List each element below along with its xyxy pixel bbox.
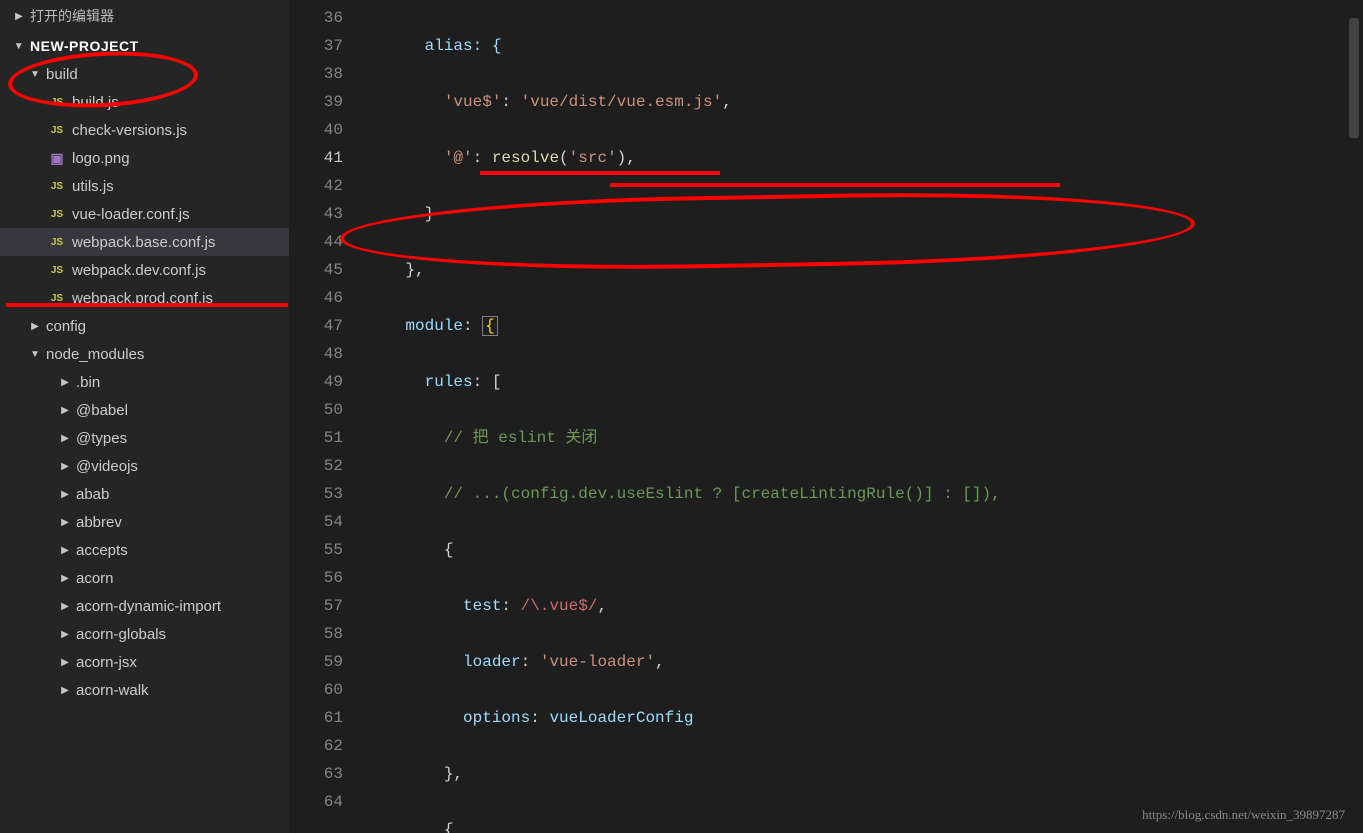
line-number: 63 (289, 760, 343, 788)
folder-videojs[interactable]: ▶@videojs (0, 452, 289, 480)
line-number: 48 (289, 340, 343, 368)
line-number: 39 (289, 88, 343, 116)
file-logo-png[interactable]: ▣logo.png (0, 144, 289, 172)
chevron-right-icon: ▶ (58, 377, 72, 388)
chevron-right-icon: ▶ (28, 321, 42, 332)
file-webpack-base-conf[interactable]: JSwebpack.base.conf.js (0, 228, 289, 256)
chevron-right-icon: ▶ (58, 433, 72, 444)
chevron-right-icon: ▶ (58, 517, 72, 528)
line-number: 40 (289, 116, 343, 144)
line-number: 55 (289, 536, 343, 564)
chevron-down-icon: ▼ (28, 69, 42, 80)
line-number: 58 (289, 620, 343, 648)
chevron-right-icon: ▶ (58, 657, 72, 668)
line-number: 42 (289, 172, 343, 200)
js-file-icon: JS (48, 93, 66, 111)
folder-acorn[interactable]: ▶acorn (0, 564, 289, 592)
folder-config[interactable]: ▶config (0, 312, 289, 340)
chevron-right-icon: ▶ (58, 461, 72, 472)
image-file-icon: ▣ (48, 149, 66, 167)
line-number: 46 (289, 284, 343, 312)
chevron-right-icon: ▶ (58, 545, 72, 556)
editor-scrollbar-thumb[interactable] (1349, 18, 1359, 138)
file-webpack-prod-conf[interactable]: JSwebpack.prod.conf.js (0, 284, 289, 312)
chevron-right-icon: ▶ (58, 405, 72, 416)
chevron-right-icon: ▶ (12, 11, 26, 22)
project-root[interactable]: ▼ NEW-PROJECT (0, 32, 289, 60)
js-file-icon: JS (48, 289, 66, 307)
line-number: 44 (289, 228, 343, 256)
chevron-right-icon: ▶ (58, 629, 72, 640)
line-number: 49 (289, 368, 343, 396)
js-file-icon: JS (48, 261, 66, 279)
chevron-right-icon: ▶ (58, 685, 72, 696)
file-build-js[interactable]: JSbuild.js (0, 88, 289, 116)
folder-acorn-globals[interactable]: ▶acorn-globals (0, 620, 289, 648)
js-file-icon: JS (48, 177, 66, 195)
file-webpack-dev-conf[interactable]: JSwebpack.dev.conf.js (0, 256, 289, 284)
folder-node-modules[interactable]: ▼node_modules (0, 340, 289, 368)
chevron-down-icon: ▼ (12, 41, 26, 52)
line-number-gutter: 3637383940414243444546474849505152535455… (289, 0, 367, 833)
chevron-right-icon: ▶ (58, 601, 72, 612)
file-vue-loader-conf[interactable]: JSvue-loader.conf.js (0, 200, 289, 228)
chevron-down-icon: ▼ (28, 349, 42, 360)
js-file-icon: JS (48, 233, 66, 251)
code-editor[interactable]: 3637383940414243444546474849505152535455… (289, 0, 1363, 833)
js-file-icon: JS (48, 205, 66, 223)
folder-acorn-dynamic-import[interactable]: ▶acorn-dynamic-import (0, 592, 289, 620)
file-explorer-sidebar: ▶ 打开的编辑器 ▼ NEW-PROJECT ▼ build JSbuild.j… (0, 0, 289, 833)
folder-acorn-walk[interactable]: ▶acorn-walk (0, 676, 289, 704)
file-utils-js[interactable]: JSutils.js (0, 172, 289, 200)
line-number: 50 (289, 396, 343, 424)
open-editors-section[interactable]: ▶ 打开的编辑器 (0, 0, 289, 32)
line-number: 45 (289, 256, 343, 284)
code-content[interactable]: alias: { 'vue$': 'vue/dist/vue.esm.js', … (367, 0, 1363, 833)
folder-babel[interactable]: ▶@babel (0, 396, 289, 424)
line-number: 59 (289, 648, 343, 676)
line-number: 60 (289, 676, 343, 704)
folder-bin[interactable]: ▶.bin (0, 368, 289, 396)
chevron-right-icon: ▶ (58, 573, 72, 584)
folder-types[interactable]: ▶@types (0, 424, 289, 452)
file-check-versions[interactable]: JScheck-versions.js (0, 116, 289, 144)
line-number: 43 (289, 200, 343, 228)
watermark-text: https://blog.csdn.net/weixin_39897287 (1142, 807, 1345, 823)
line-number: 37 (289, 32, 343, 60)
chevron-right-icon: ▶ (58, 489, 72, 500)
line-number: 64 (289, 788, 343, 816)
line-number: 51 (289, 424, 343, 452)
line-number: 36 (289, 4, 343, 32)
folder-acorn-jsx[interactable]: ▶acorn-jsx (0, 648, 289, 676)
line-number: 57 (289, 592, 343, 620)
line-number: 54 (289, 508, 343, 536)
js-file-icon: JS (48, 121, 66, 139)
line-number: 41 (289, 144, 343, 172)
line-number: 53 (289, 480, 343, 508)
folder-accepts[interactable]: ▶accepts (0, 536, 289, 564)
line-number: 38 (289, 60, 343, 88)
project-name-label: NEW-PROJECT (30, 38, 139, 54)
folder-abab[interactable]: ▶abab (0, 480, 289, 508)
line-number: 47 (289, 312, 343, 340)
open-editors-label: 打开的编辑器 (30, 6, 114, 26)
folder-abbrev[interactable]: ▶abbrev (0, 508, 289, 536)
line-number: 61 (289, 704, 343, 732)
folder-build[interactable]: ▼ build (0, 60, 289, 88)
line-number: 52 (289, 452, 343, 480)
line-number: 62 (289, 732, 343, 760)
line-number: 56 (289, 564, 343, 592)
